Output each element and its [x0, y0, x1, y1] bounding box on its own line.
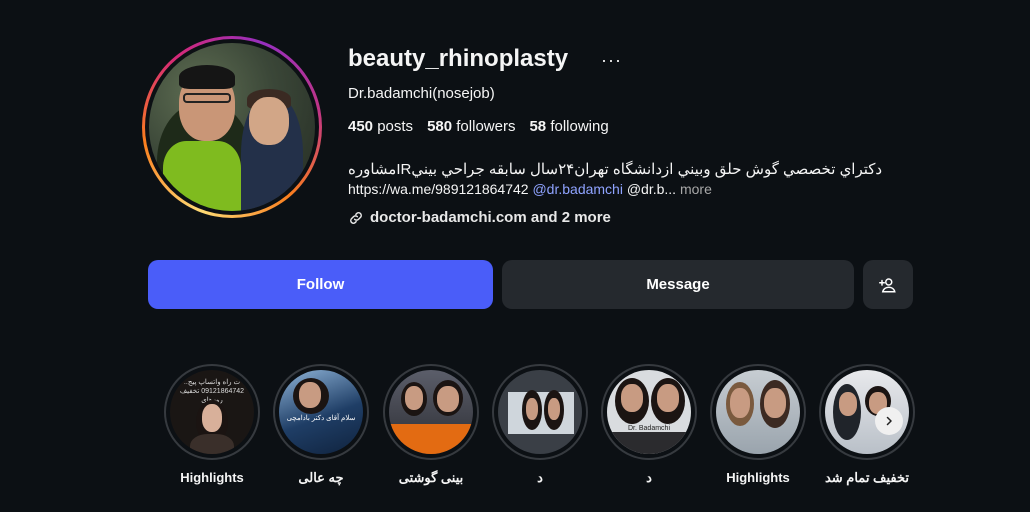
highlight-label: د [646, 470, 652, 485]
highlight-cover: ..ت راه واتساپ پیج 09121864742 تخفیف روز… [170, 370, 254, 454]
message-button[interactable]: Message [502, 260, 854, 309]
highlight-label: چه عالی [298, 470, 344, 485]
bio-text: دكتراي تخصصي گوش حلق وبيني ازدانشگاه تهر… [348, 161, 883, 178]
highlight-item[interactable]: بینی گوشتی [381, 364, 481, 486]
highlight-cover: Dr. Badamchi [607, 370, 691, 454]
posts-stat[interactable]: 450 posts [348, 118, 413, 135]
highlight-item[interactable]: ..ت راه واتساپ پیج 09121864742 تخفیف روز… [162, 364, 262, 485]
profile-page: beauty_rhinoplasty ··· Dr.badamchi(nosej… [0, 0, 1030, 512]
bio-more-button[interactable]: more [680, 181, 712, 197]
mention-link[interactable]: @dr.badamchi [532, 181, 622, 197]
full-name: Dr.badamchi(nosejob) [348, 85, 495, 102]
next-highlights-button[interactable] [875, 407, 903, 435]
highlight-item[interactable]: Highlights [708, 364, 808, 485]
chevron-right-icon [886, 416, 892, 426]
add-user-icon [879, 277, 896, 292]
highlight-label: د [537, 470, 543, 485]
highlight-cover [716, 370, 800, 454]
website-text: doctor-badamchi.com and 2 more [370, 209, 611, 226]
highlight-label: تخفیف تمام شد [824, 470, 910, 485]
whatsapp-link[interactable]: https://wa.me/989121864742 [348, 181, 529, 197]
bio-truncated-text: @dr.b... [626, 181, 677, 197]
highlight-label: Highlights [726, 470, 790, 485]
highlight-cover: سلام آقای دکتر بادامچی [279, 370, 363, 454]
followers-stat[interactable]: 580 followers [427, 118, 515, 135]
highlight-item[interactable]: Dr. Badamchi د [599, 364, 699, 486]
highlight-item[interactable]: د [490, 364, 590, 486]
highlight-label: Highlights [180, 470, 244, 485]
add-user-button[interactable] [863, 260, 913, 309]
following-stat[interactable]: 58 following [529, 118, 608, 135]
link-icon [350, 211, 362, 224]
highlight-cover [389, 370, 473, 454]
username: beauty_rhinoplasty [348, 45, 569, 72]
profile-stats: 450 posts 580 followers 58 following [348, 118, 609, 135]
highlight-label: بینی گوشتی [398, 470, 464, 485]
highlight-item[interactable]: سلام آقای دکتر بادامچی چه عالی [271, 364, 371, 486]
follow-button[interactable]: Follow [148, 260, 493, 309]
bio-links: https://wa.me/989121864742 @dr.badamchi … [348, 181, 712, 197]
profile-avatar[interactable] [142, 36, 322, 218]
website-link[interactable]: doctor-badamchi.com and 2 more [348, 209, 611, 226]
avatar-photo [149, 43, 315, 211]
more-options-icon[interactable]: ··· [601, 50, 622, 71]
highlight-cover [498, 370, 582, 454]
